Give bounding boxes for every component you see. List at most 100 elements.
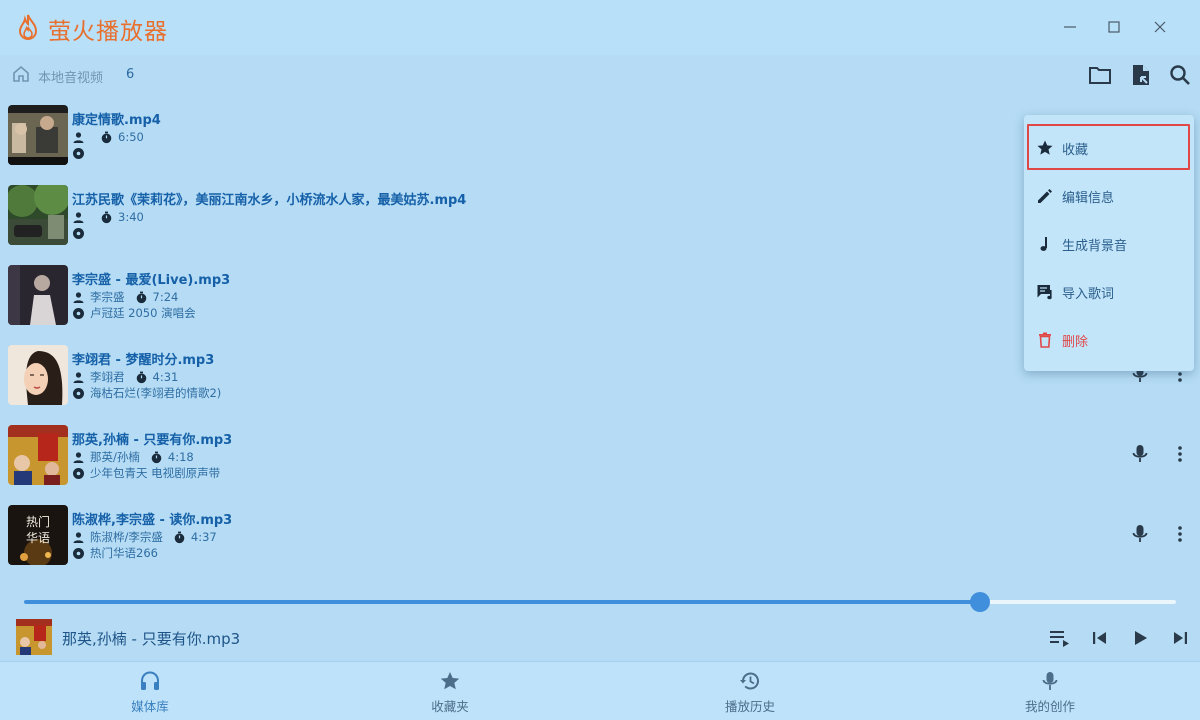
search-icon[interactable] <box>1168 63 1192 87</box>
history-icon <box>740 672 759 690</box>
track-row[interactable]: 李翊君 - 梦醒时分.mp3 李翊君 4:31 海枯石烂(李翊君的情歌2) <box>0 345 1200 425</box>
previous-icon[interactable] <box>1088 626 1112 650</box>
trash-icon <box>1039 332 1051 348</box>
maximize-icon[interactable] <box>1101 14 1127 40</box>
track-meta: 那英/孙楠 4:18 <box>72 450 194 464</box>
microphone-icon[interactable] <box>1129 523 1151 545</box>
microphone-icon <box>1042 672 1058 690</box>
person-icon <box>73 371 84 383</box>
track-title: 康定情歌.mp4 <box>72 113 161 128</box>
track-duration: 4:18 <box>167 450 194 464</box>
timer-icon <box>174 531 185 543</box>
nav-tab-favorites[interactable]: 收藏夹 <box>300 662 600 720</box>
track-title: 李宗盛 - 最爱(Live).mp3 <box>72 273 231 288</box>
track-album: 热门华语266 <box>90 546 158 560</box>
track-meta: 李翊君 4:31 <box>72 370 178 384</box>
close-icon[interactable] <box>1147 14 1173 40</box>
timer-icon <box>136 371 146 383</box>
track-duration: 7:24 <box>152 290 179 304</box>
cover-text-line1: 热门 <box>26 514 50 529</box>
album-icon <box>73 387 84 399</box>
person-icon <box>73 531 84 543</box>
progress-fill <box>24 600 981 604</box>
flame-logo-icon <box>18 14 38 41</box>
now-playing-title: 那英,孙楠 - 只要有你.mp3 <box>62 630 241 648</box>
album-icon <box>73 227 84 239</box>
star-icon <box>1037 140 1053 155</box>
track-title: 陈淑桦,李宗盛 - 读你.mp3 <box>72 513 233 528</box>
track-row[interactable]: 江苏民歌《茉莉花》，美丽江南水乡，小桥流水人家，最美姑苏.mp4 3:40 <box>0 185 1200 265</box>
play-icon[interactable] <box>1128 626 1152 650</box>
track-duration: 4:37 <box>190 530 217 544</box>
star-icon <box>440 672 460 690</box>
track-row[interactable]: 李宗盛 - 最爱(Live).mp3 李宗盛 7:24 卢冠廷 2050 演唱会 <box>0 265 1200 345</box>
track-album-row: 海枯石烂(李翊君的情歌2) <box>72 386 221 400</box>
cover-text-line2: 华语 <box>26 531 50 545</box>
progress-slider[interactable] <box>24 592 1176 612</box>
title-bar: 萤火播放器 <box>0 0 1200 55</box>
menu-item-background-audio[interactable]: 生成背景音 <box>1024 220 1194 268</box>
nav-tab-my-creations[interactable]: 我的创作 <box>900 662 1200 720</box>
menu-item-delete[interactable]: 删除 <box>1024 316 1194 364</box>
track-cover <box>8 185 68 245</box>
track-duration: 4:31 <box>152 370 179 384</box>
breadcrumb-location[interactable]: 本地音视频 <box>38 67 103 86</box>
item-count: 6 <box>126 67 135 82</box>
track-album-row: 热门华语266 <box>72 546 158 560</box>
track-meta: 6:50 <box>72 130 144 144</box>
microphone-icon[interactable] <box>1129 443 1151 465</box>
home-icon[interactable] <box>12 65 30 83</box>
person-icon <box>73 211 84 223</box>
lyrics-import-icon <box>1037 285 1052 300</box>
track-row[interactable]: 那英,孙楠 - 只要有你.mp3 那英/孙楠 4:18 少年包青天 电视剧原声带 <box>0 425 1200 505</box>
track-album-row: 少年包青天 电视剧原声带 <box>72 466 220 480</box>
menu-item-import-lyrics[interactable]: 导入歌词 <box>1024 268 1194 316</box>
music-note-icon <box>1040 237 1047 251</box>
nav-label: 收藏夹 <box>431 699 469 714</box>
headphones-icon <box>141 671 159 690</box>
now-playing-cover[interactable] <box>16 619 52 655</box>
track-context-menu: 收藏 编辑信息 生成背景音 导入歌词 删除 <box>1024 115 1194 371</box>
album-icon <box>73 147 84 159</box>
track-row[interactable]: 热门 华语 陈淑桦,李宗盛 - 读你.mp3 陈淑桦/李宗盛 4:37 热门华语… <box>0 505 1200 585</box>
timer-icon <box>136 291 146 303</box>
nav-label: 我的创作 <box>1024 699 1075 714</box>
menu-item-favorite[interactable]: 收藏 <box>1024 124 1194 172</box>
track-duration: 3:40 <box>118 210 144 224</box>
track-row[interactable]: 康定情歌.mp4 6:50 <box>0 105 1200 185</box>
menu-item-label: 生成背景音 <box>1062 238 1128 254</box>
file-import-icon[interactable] <box>1129 63 1153 87</box>
album-icon <box>73 467 84 479</box>
track-meta: 3:40 <box>72 210 144 224</box>
next-icon[interactable] <box>1168 626 1192 650</box>
menu-item-label: 收藏 <box>1062 142 1089 158</box>
track-artist: 李宗盛 <box>90 290 125 304</box>
album-icon <box>73 547 84 559</box>
menu-item-edit-info[interactable]: 编辑信息 <box>1024 172 1194 220</box>
progress-handle[interactable] <box>970 592 991 612</box>
track-artist: 陈淑桦/李宗盛 <box>90 530 163 544</box>
track-album: 海枯石烂(李翊君的情歌2) <box>90 386 222 400</box>
more-vert-icon[interactable] <box>1170 523 1190 545</box>
track-cover <box>8 345 68 405</box>
track-meta: 陈淑桦/李宗盛 4:37 <box>72 530 217 544</box>
person-icon <box>73 131 84 143</box>
track-album-row <box>72 226 90 240</box>
track-title: 那英,孙楠 - 只要有你.mp3 <box>72 433 233 448</box>
nav-tab-history[interactable]: 播放历史 <box>600 662 900 720</box>
track-title: 李翊君 - 梦醒时分.mp3 <box>72 353 215 368</box>
more-vert-icon[interactable] <box>1170 443 1190 465</box>
folder-icon[interactable] <box>1088 63 1112 87</box>
track-duration: 6:50 <box>118 130 144 144</box>
menu-item-label: 编辑信息 <box>1062 190 1115 206</box>
timer-icon <box>101 131 112 143</box>
nav-tab-media-library[interactable]: 媒体库 <box>0 662 300 720</box>
track-cover: 热门 华语 <box>8 505 68 565</box>
timer-icon <box>101 211 112 223</box>
track-cover <box>8 105 68 165</box>
bottom-navigation: 媒体库 收藏夹 播放历史 我的创作 <box>0 661 1200 720</box>
nav-label: 播放历史 <box>724 699 775 714</box>
nav-label: 媒体库 <box>131 699 169 714</box>
playlist-icon[interactable] <box>1048 626 1072 650</box>
minimize-icon[interactable] <box>1057 14 1083 40</box>
